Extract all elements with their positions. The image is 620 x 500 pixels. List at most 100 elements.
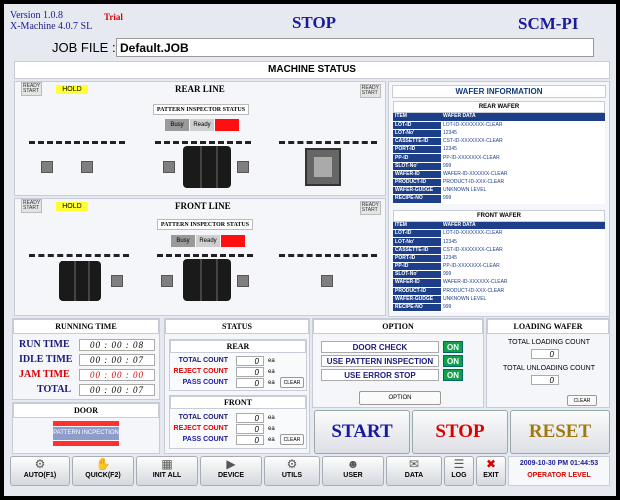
front-clear-button[interactable]: CLEAR: [280, 434, 304, 445]
front-ready-indicator: Ready: [196, 235, 220, 247]
front-pass-count-label: PASS COUNT: [182, 436, 228, 443]
version-label: Version 1.0.8: [10, 10, 64, 21]
rear-rail-middle: [155, 141, 251, 144]
stop-button[interactable]: STOP: [412, 410, 508, 454]
front-load-wafer: [59, 261, 101, 301]
idle-time-value: 00 : 00 : 07: [79, 354, 155, 366]
rear-reject-count-label: REJECT COUNT: [173, 368, 228, 375]
xmachine-label: X-Machine 4.0.7 SL: [10, 21, 93, 32]
use-pattern-inspection-toggle[interactable]: ON: [443, 355, 463, 367]
table-row: PP-ID PP-ID-XXXXXXX-CLEAR: [393, 262, 605, 272]
run-time-value: 00 : 00 : 08: [79, 339, 155, 351]
door-check-toggle[interactable]: ON: [443, 341, 463, 353]
table-row: PRODUCT-ID PRODUCT-ID-XXX-CLEAR: [393, 287, 605, 296]
front-rail-right: [279, 254, 377, 257]
jam-time-value: 00 : 00 : 00: [79, 369, 155, 381]
door-title: DOOR: [13, 403, 159, 418]
loading-clear-button[interactable]: CLEAR: [567, 395, 597, 406]
front-line-header: READY START HOLD FRONT LINE READY START: [15, 199, 385, 215]
init-icon: ▦: [161, 457, 173, 471]
table-row: SLOT-No' 999: [393, 162, 605, 171]
table-row: RECIPE-NO 999: [393, 303, 605, 313]
version-info: Version 1.0.8 X-Machine 4.0.7 SL: [10, 10, 92, 32]
front-wafer-table: ITEM WAFER DATA LOT-ID LOT-ID-XXXXXXX-CLEA…: [393, 221, 605, 313]
front-inspection-wafer: [183, 259, 231, 301]
utils-button[interactable]: ⚙ UTILS: [264, 456, 320, 486]
job-file-field[interactable]: Default.JOB: [116, 38, 594, 57]
job-file-label: JOB FILE :: [52, 40, 116, 55]
main-window: Version 1.0.8 X-Machine 4.0.7 SL Trial S…: [4, 4, 616, 496]
rear-reject-count-value: 0: [236, 367, 264, 377]
run-time-label: RUN TIME: [19, 339, 70, 350]
table-row: LOT-No' 12345: [393, 237, 605, 247]
front-alarm-indicator: Ready: [221, 235, 245, 247]
init-all-button[interactable]: ▦ INIT ALL: [136, 456, 198, 486]
table-row: PRODUCT-ID PRODUCT-ID-XXX-CLEAR: [393, 178, 605, 188]
auto-button[interactable]: ⚙ AUTO(F1): [10, 456, 70, 486]
front-rail-middle: [157, 254, 253, 257]
total-time-label: TOTAL: [37, 384, 72, 395]
machine-state-title: STOP: [291, 13, 337, 32]
front-status-title: FRONT: [170, 396, 306, 409]
pattern-inspection-door-button[interactable]: PATTERN INCPECTION: [53, 427, 119, 440]
rear-wafer-title: REAR WAFER: [393, 101, 605, 113]
door-indicator-bottom: [53, 441, 119, 446]
running-time-panel: RUNNING TIME RUN TIME 00 : 00 : 08 IDLE …: [12, 318, 160, 400]
table-header-row: ITEM WAFER DATA: [393, 113, 605, 122]
rear-clear-button[interactable]: CLEAR: [280, 377, 304, 388]
rear-alarm-indicator: Ready: [215, 119, 239, 131]
rear-pass-unit: ea: [268, 380, 275, 386]
front-station-4: [321, 275, 333, 287]
front-busy-indicator: Busy: [171, 235, 195, 247]
front-status-group: FRONT TOTAL COUNT 0 ea REJECT COUNT 0 ea…: [169, 395, 307, 449]
option-button[interactable]: OPTION: [359, 391, 441, 405]
start-button[interactable]: START: [314, 410, 410, 454]
users-icon: ☻: [346, 457, 360, 471]
status-panel: STATUS REAR TOTAL COUNT 0 ea REJECT COUN…: [164, 318, 310, 454]
front-pass-count-value: 0: [236, 435, 264, 445]
status-info-box: 2009-10-30 PM 01:44:53 OPERATOR LEVEL: [508, 456, 610, 486]
table-row: CASSETTE-ID CST-ID-XXXXXXX-CLEAR: [393, 246, 605, 255]
idle-time-label: IDLE TIME: [19, 354, 73, 365]
rear-status-title: REAR: [170, 340, 306, 353]
table-row: SLOT-No' 999: [393, 270, 605, 280]
front-reject-unit: ea: [268, 426, 275, 432]
rear-station-1: [41, 161, 53, 173]
front-reject-count-value: 0: [236, 424, 264, 434]
reset-button[interactable]: RESET: [510, 410, 610, 454]
rear-pattern-inspector-title: PATTERN INSPECTOR STATUS: [153, 104, 249, 115]
front-line-panel: READY START HOLD FRONT LINE READY START PA…: [14, 198, 386, 316]
data-button[interactable]: ✉ DATA: [386, 456, 442, 486]
door-indicator-top: [53, 421, 119, 426]
brand-title: SCM-PI: [518, 14, 579, 33]
rear-line-title: REAR LINE: [175, 84, 225, 94]
use-error-stop-label: USE ERROR STOP: [321, 369, 439, 381]
exit-icon: ✖: [485, 457, 497, 471]
rear-station-3: [163, 161, 175, 173]
quick-button[interactable]: ✋ QUICK(F2): [72, 456, 134, 486]
table-row: WAFER-GUDGE UNKNOWN LEVEL: [393, 186, 605, 196]
jam-time-label: JAM TIME: [19, 369, 70, 380]
front-line-title: FRONT LINE: [175, 201, 231, 211]
log-button[interactable]: ☰ LOG: [444, 456, 474, 486]
hand-icon: ✋: [95, 457, 111, 471]
log-icon: ☰: [453, 457, 465, 471]
rear-wafer-table: ITEM WAFER DATA LOT-ID LOT-ID-XXXXXXX-CLEA…: [393, 113, 605, 204]
device-button[interactable]: ▶ DEVICE: [200, 456, 262, 486]
front-rail-left: [29, 254, 129, 257]
front-total-count-value: 0: [236, 413, 264, 423]
rear-inspection-wafer: [183, 146, 231, 188]
rear-pass-count-label: PASS COUNT: [182, 379, 228, 386]
exit-button[interactable]: ✖ EXIT: [476, 456, 506, 486]
front-hold-indicator: HOLD: [56, 201, 88, 211]
rear-pass-count-value: 0: [236, 378, 264, 388]
use-error-stop-toggle[interactable]: ON: [443, 369, 463, 381]
loading-wafer-panel: LOADING WAFER TOTAL LOADING COUNT 0 TOTA…: [486, 318, 610, 408]
wafer-information-panel: WAFER INFORMATION REAR WAFER ITEM WAFER D…: [388, 81, 610, 317]
rear-unload-chuck: [305, 148, 341, 186]
rear-status-group: REAR TOTAL COUNT 0 ea REJECT COUNT 0 ea …: [169, 339, 307, 391]
table-row: WAFER-GUDGE UNKNOWN LEVEL: [393, 295, 605, 304]
user-button[interactable]: ☻ USER: [322, 456, 384, 486]
table-row: LOT-ID LOT-ID-XXXXXXX-CLEAR: [393, 229, 605, 239]
rear-total-count-value: 0: [236, 356, 264, 366]
